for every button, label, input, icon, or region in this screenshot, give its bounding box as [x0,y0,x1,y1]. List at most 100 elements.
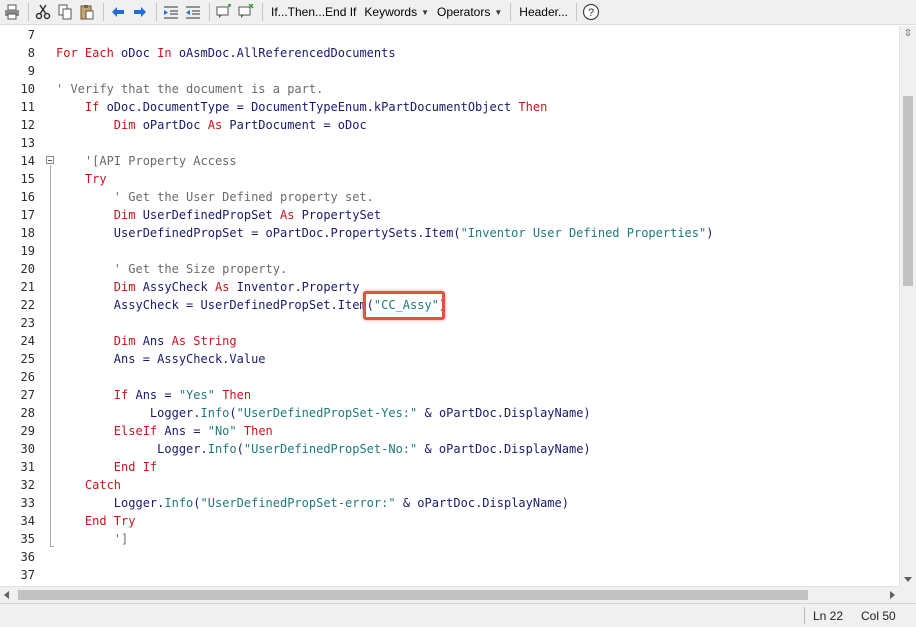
if-then-menu[interactable]: If...Then...End If [267,2,360,22]
operators-menu[interactable]: Operators ▼ [433,2,506,22]
code-token: Catch [84,478,122,492]
code-token: '] [56,532,129,546]
code-line[interactable]: ' Verify that the document is a part. [56,80,323,98]
help-icon[interactable]: ? [581,2,601,22]
code-token: If [84,100,100,114]
line-number: 20 [20,262,35,276]
line-number: 11 [20,100,35,114]
code-line[interactable]: Ans = AssyCheck.Value [56,350,266,368]
toolbar: If...Then...End If Keywords ▼ Operators ▼ … [0,0,916,25]
horizontal-scrollbar[interactable] [0,586,899,603]
keywords-menu[interactable]: Keywords ▼ [360,2,433,22]
line-number: 28 [20,406,35,420]
undo-icon[interactable] [108,2,128,22]
paste-icon[interactable] [77,2,97,22]
code-token: Info [164,496,194,510]
code-line[interactable]: Dim Ans As String [56,332,237,350]
line-number: 25 [20,352,35,366]
line-number: 27 [20,388,35,402]
line-number: 26 [20,370,35,384]
code-token: oDoc [113,46,158,60]
line-number: 10 [20,82,35,96]
vertical-scrollbar[interactable]: ⇳ [899,26,916,586]
code-line[interactable]: Dim oPartDoc As PartDocument = oDoc [56,116,367,134]
outdent-icon[interactable] [183,2,203,22]
code-token: AssyCheck [135,280,215,294]
code-line[interactable]: '] [56,530,128,548]
code-token: Ans = AssyCheck.Value [56,352,266,366]
line-indicator: Ln 22 [813,609,844,623]
split-view-icon[interactable]: ⇳ [903,28,913,40]
code-token: ( [229,406,237,420]
line-number: 24 [20,334,35,348]
code-line[interactable]: For Each oDoc In oAsmDoc.AllReferencedDo… [56,44,396,62]
copy-icon[interactable] [55,2,75,22]
code-token: oAsmDoc.AllReferencedDocuments [171,46,396,60]
code-line[interactable]: End If [56,458,157,476]
scroll-right-arrow-icon[interactable] [890,591,895,599]
code-line[interactable]: Logger.Info("UserDefinedPropSet-error:" … [56,494,569,512]
comment-icon[interactable] [214,2,234,22]
line-number: 17 [20,208,35,222]
line-number: 15 [20,172,35,186]
cut-icon[interactable] [33,2,53,22]
header-label: Header... [519,5,568,19]
uncomment-icon[interactable] [236,2,256,22]
line-number: 23 [20,316,35,330]
line-number: 29 [20,424,35,438]
code-line[interactable]: End Try [56,512,136,530]
code-line[interactable]: '[API Property Access [56,152,237,170]
code-editor[interactable]: 7 8 9 10 11 12 13 14 15 16 17 18 19 20 21 22 23 24 25 26 27 2… [0,26,899,586]
line-number: 9 [27,64,35,78]
code-token: Ans = [128,388,179,402]
code-line[interactable]: Logger.Info("UserDefinedPropSet-No:" & o… [56,440,591,458]
svg-text:?: ? [588,7,594,19]
code-line[interactable]: Logger.Info("UserDefinedPropSet-Yes:" & … [56,404,591,422]
horizontal-scroll-thumb[interactable] [18,590,808,600]
indent-icon[interactable] [161,2,181,22]
scroll-left-arrow-icon[interactable] [4,591,9,599]
code-token: "No" [207,424,237,438]
code-line[interactable]: UserDefinedPropSet = oPartDoc.PropertySe… [56,224,714,242]
code-token: & oPartDoc.DisplayName) [417,442,591,456]
print-icon[interactable] [2,2,22,22]
code-line[interactable]: Dim UserDefinedPropSet As PropertySet [56,206,381,224]
code-token: As String [171,334,237,348]
redo-icon[interactable] [130,2,150,22]
fold-margin [42,26,54,586]
fold-toggle-icon[interactable] [46,156,54,164]
toolbar-divider [28,3,29,21]
code-line[interactable]: Dim AssyCheck As Inventor.Property [56,278,360,296]
dropdown-arrow-icon: ▼ [494,7,503,17]
code-token: Info [207,442,237,456]
code-token: "UserDefinedPropSet-Yes:" [236,406,418,420]
code-line[interactable]: ElseIf Ans = "No" Then [56,422,273,440]
toolbar-divider [209,3,210,21]
scroll-down-arrow-icon[interactable] [904,577,912,582]
code-token: As [214,280,230,294]
code-line[interactable]: ' Get the User Defined property set. [56,188,374,206]
code-token: PartDocument = oDoc [222,118,367,132]
header-button[interactable]: Header... [515,2,572,22]
line-number: 18 [20,226,35,240]
code-line[interactable]: Catch [56,476,121,494]
code-line[interactable]: If Ans = "Yes" Then [56,386,251,404]
code-token: Dim [113,118,136,132]
code-line[interactable]: If oDoc.DocumentType = DocumentTypeEnum.… [56,98,547,116]
toolbar-divider [510,3,512,21]
code-line[interactable]: ' Get the Size property. [56,260,287,278]
line-number: 33 [20,496,35,510]
code-line[interactable]: Try [56,170,107,188]
code-token: ( [236,442,244,456]
vertical-scroll-thumb[interactable] [903,96,913,286]
code-token: ElseIf [113,424,158,438]
code-token: Inventor.Property [229,280,360,294]
code-token: Dim [113,334,136,348]
line-number-gutter: 7 8 9 10 11 12 13 14 15 16 17 18 19 20 21 22 23 24 25 26 27 2… [0,26,38,586]
